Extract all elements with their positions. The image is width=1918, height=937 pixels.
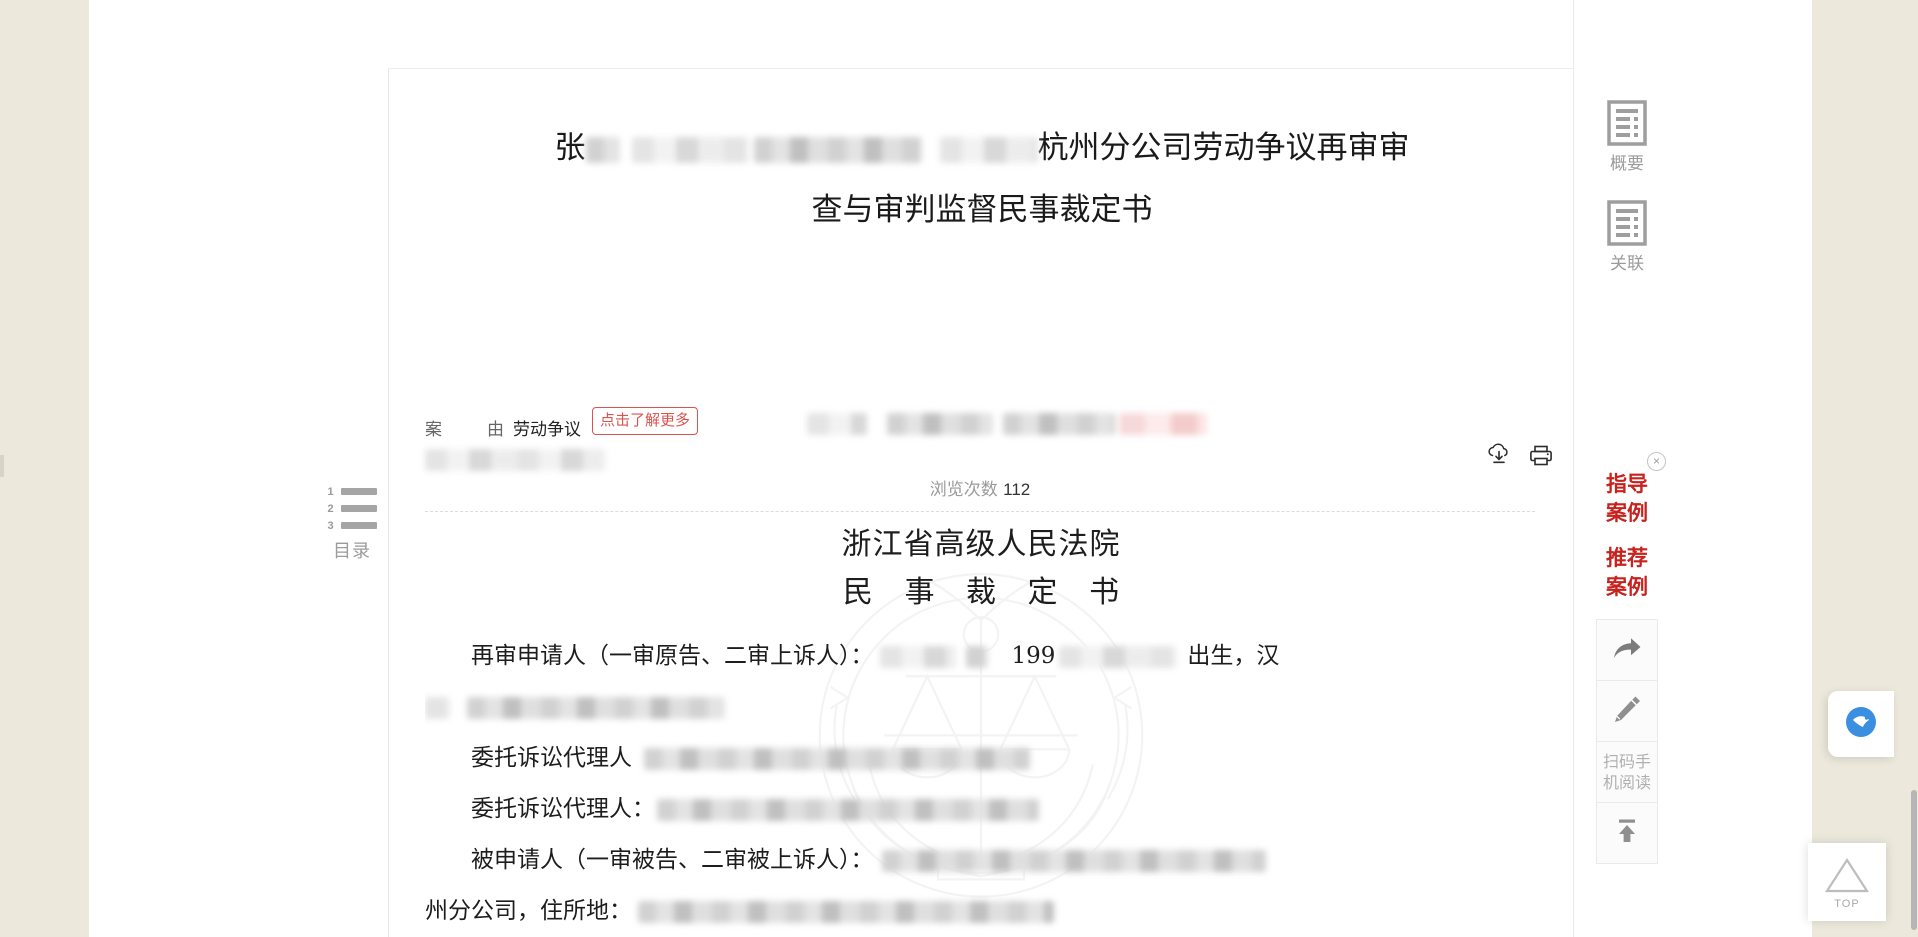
redaction-block (887, 413, 993, 435)
sidebar-item-related-label: 关联 (1610, 254, 1644, 274)
redaction-block (1119, 413, 1207, 435)
document-title: 张 杭州分公司劳动争议再审审 查与审判监督民事裁定书 (429, 117, 1535, 241)
right-sidebar: 概要 关联 × 指导 案例 推荐 案例 扫码手 机阅读 (1573, 0, 1679, 937)
page-left-gutter (0, 0, 89, 937)
toc-number-3: 3 (327, 520, 334, 532)
document-title-line-2: 查与审判监督民事裁定书 (811, 192, 1153, 228)
redaction-block (425, 697, 451, 719)
document-outline-icon (1607, 200, 1647, 246)
scrollbar-thumb[interactable] (1911, 790, 1917, 930)
applicant-year: 199 (1011, 643, 1056, 669)
court-name: 浙江省高级人民法院 (841, 527, 1121, 562)
paragraph-address: 州分公司，住所地： (425, 886, 1537, 937)
paragraph-agent-1: 委托诉讼代理人 (425, 733, 1537, 784)
back-to-top-button[interactable]: TOP (1808, 843, 1886, 921)
sidebar-item-summary[interactable]: 概要 (1574, 100, 1680, 174)
redaction-block (657, 799, 1039, 821)
redaction-block (638, 901, 1054, 923)
paragraph-respondent: 被申请人（一审被告、二审被上诉人）： (425, 835, 1537, 886)
promo-block: × 指导 案例 推荐 案例 (1574, 452, 1680, 602)
qr-read-line-2: 机阅读 (1602, 773, 1651, 792)
case-reason-value: 劳动争议 (513, 420, 581, 440)
redaction-block (965, 646, 988, 668)
redaction-block (585, 136, 620, 163)
toc-bar-2 (341, 505, 377, 512)
case-meta-row: 案 由 劳动争议 点击了解更多 (425, 407, 1535, 471)
agent-1-label: 委托诉讼代理人 (471, 745, 632, 771)
redaction-block (644, 748, 1030, 770)
document-title-line-1-text: 杭州分公司劳动争议再审审 (1037, 130, 1410, 166)
promo-link-guiding-case[interactable]: 指导 案例 (1574, 470, 1680, 528)
applicant-tail: 出生，汉 (1187, 643, 1280, 669)
toc-number-1: 1 (327, 486, 334, 498)
gutter-nub (0, 455, 4, 477)
paragraph-agent-2: 委托诉讼代理人： (425, 784, 1537, 835)
page-right-gutter (1812, 0, 1918, 937)
edit-pencil-icon (1610, 692, 1644, 731)
paragraph-applicant-continued (425, 682, 1537, 733)
toc-bar-3 (341, 522, 377, 529)
sidebar-item-summary-label: 概要 (1610, 154, 1644, 174)
document-actions (1485, 441, 1555, 469)
redaction-block (879, 646, 956, 668)
promo-link-guiding-case-line-2: 案例 (1606, 501, 1648, 525)
app-root: 1 2 3 目录 张 杭州分公司劳动争议再审审 查与审判监督民事裁定书 案 由 劳… (0, 0, 1918, 937)
page-surface: 1 2 3 目录 张 杭州分公司劳动争议再审审 查与审判监督民事裁定书 案 由 劳… (89, 0, 1812, 937)
redaction-block (939, 136, 1038, 163)
toc-number-2: 2 (327, 503, 334, 515)
document-title-line-1: 张 杭州分公司劳动争议再审审 (429, 117, 1535, 179)
learn-more-badge[interactable]: 点击了解更多 (592, 407, 699, 435)
page-scrollbar[interactable] (1910, 0, 1918, 937)
redaction-block (881, 850, 1266, 872)
toc-bar-1 (341, 488, 377, 495)
case-reason-key-2: 由 (487, 420, 504, 440)
applicant-label: 再审申请人（一审原告、二审上诉人）： (471, 643, 874, 669)
document-card: 张 杭州分公司劳动争议再审审 查与审判监督民事裁定书 案 由 劳动争议 点击了解更… (388, 68, 1573, 937)
share-icon (1610, 631, 1644, 670)
close-icon[interactable]: × (1647, 452, 1666, 471)
chat-widget-button[interactable] (1828, 691, 1894, 757)
toc-label: 目录 (333, 541, 371, 562)
paragraph-applicant: 再审申请人（一审原告、二审上诉人）： 199 出生，汉 (425, 631, 1537, 682)
redaction-block (467, 697, 725, 719)
scroll-to-top-icon (1610, 814, 1644, 853)
toc-rail[interactable]: 1 2 3 目录 (317, 487, 387, 563)
document-outline-icon (1607, 100, 1647, 146)
back-to-top-label: TOP (1834, 897, 1860, 910)
download-icon[interactable] (1485, 441, 1513, 469)
promo-link-recommended-case-line-1: 推荐 (1606, 546, 1648, 570)
document-body: 浙江省高级人民法院 民 事 裁 定 书 再审申请人（一审原告、二审上诉人）： 19… (425, 521, 1537, 937)
qr-read-on-phone-button[interactable]: 扫码手 机阅读 (1596, 741, 1658, 803)
views-label: 浏览次数 (929, 480, 998, 500)
print-icon[interactable] (1527, 441, 1555, 469)
address-prefix: 州分公司，住所地： (425, 898, 632, 924)
edit-button[interactable] (1596, 680, 1658, 742)
promo-link-guiding-case-line-1: 指导 (1606, 472, 1648, 496)
case-reason-key: 案 (425, 420, 442, 440)
sidebar-item-related[interactable]: 关联 (1574, 200, 1680, 274)
divider (425, 511, 1535, 512)
redaction-block (425, 449, 605, 471)
redaction-block (753, 136, 922, 163)
back-to-top-icon (1824, 855, 1870, 900)
scroll-to-top-button[interactable] (1596, 802, 1658, 864)
redaction-block (807, 413, 867, 435)
redaction-block (1003, 413, 1115, 435)
numbered-list-icon: 1 2 3 (325, 487, 379, 533)
chat-bubble-icon (1841, 702, 1881, 747)
views-count: 112 (1003, 480, 1031, 499)
agent-2-label: 委托诉讼代理人： (471, 796, 655, 822)
views-text: 浏览次数 112 (425, 475, 1535, 500)
share-button[interactable] (1596, 619, 1658, 681)
promo-link-recommended-case-line-2: 案例 (1606, 575, 1648, 599)
views-row: 浏览次数 112 (425, 471, 1535, 515)
promo-link-recommended-case[interactable]: 推荐 案例 (1574, 544, 1680, 602)
redaction-block (1059, 646, 1178, 668)
redaction-block (631, 136, 750, 163)
respondent-label: 被申请人（一审被告、二审被上诉人）： (471, 847, 874, 873)
tool-stack: 扫码手 机阅读 (1596, 619, 1658, 864)
document-kind: 民 事 裁 定 书 (842, 575, 1131, 610)
qr-read-line-1: 扫码手 (1602, 752, 1651, 771)
document-title-prefix: 张 (554, 130, 586, 166)
